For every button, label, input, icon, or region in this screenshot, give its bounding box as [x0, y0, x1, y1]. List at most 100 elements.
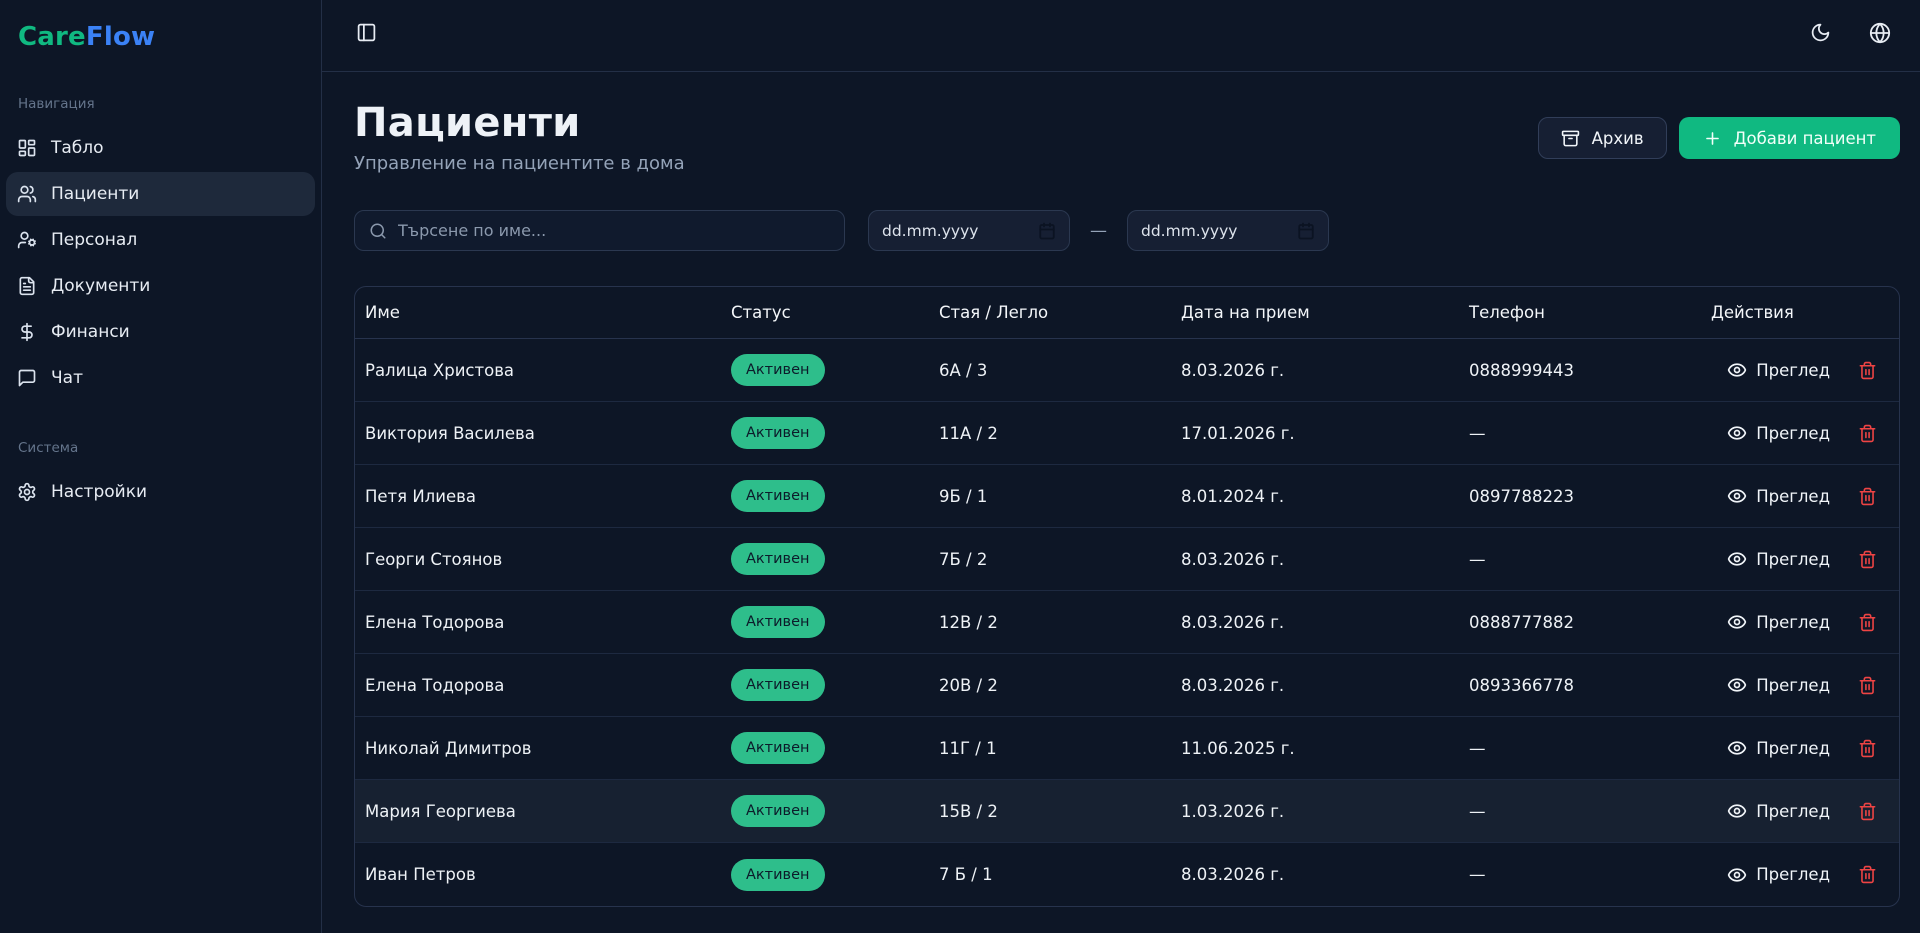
phone: 0897788223	[1469, 487, 1711, 506]
delete-button[interactable]	[1858, 865, 1877, 884]
eye-icon	[1727, 549, 1747, 569]
sidebar-item-staff[interactable]: Персонал	[6, 218, 315, 262]
table-header: Име Статус Стая / Легло Дата на прием Те…	[355, 287, 1899, 339]
sidebar-item-settings[interactable]: Настройки	[6, 470, 315, 514]
trash-icon	[1858, 802, 1877, 821]
sidebar-item-documents[interactable]: Документи	[6, 264, 315, 308]
delete-button[interactable]	[1858, 676, 1877, 695]
table-body: Ралица Христова Активен 6А / 3 8.03.2026…	[355, 339, 1899, 906]
eye-icon	[1727, 486, 1747, 506]
dollar-icon	[17, 322, 37, 342]
sidebar-item-dashboard[interactable]: Табло	[6, 126, 315, 170]
admission-date: 8.01.2024 г.	[1181, 487, 1469, 506]
phone: —	[1469, 865, 1711, 884]
sidebar-item-label: Персонал	[51, 230, 137, 250]
phone: —	[1469, 424, 1711, 443]
sidebar-item-finance[interactable]: Финанси	[6, 310, 315, 354]
admission-date: 8.03.2026 г.	[1181, 361, 1469, 380]
delete-button[interactable]	[1858, 487, 1877, 506]
sidebar-toggle-button[interactable]	[348, 15, 384, 51]
patient-name: Иван Петров	[355, 865, 731, 884]
view-button[interactable]: Преглед	[1727, 801, 1830, 821]
archive-button[interactable]: Архив	[1538, 117, 1667, 159]
calendar-icon[interactable]	[1297, 222, 1315, 240]
sidebar-item-label: Чат	[51, 368, 83, 388]
sidebar-item-chat[interactable]: Чат	[6, 356, 315, 400]
trash-icon	[1858, 613, 1877, 632]
delete-button[interactable]	[1858, 361, 1877, 380]
eye-icon	[1727, 738, 1747, 758]
admission-date: 8.03.2026 г.	[1181, 613, 1469, 632]
trash-icon	[1858, 424, 1877, 443]
app-logo: CareFlow	[6, 22, 315, 52]
status-badge: Активен	[731, 732, 825, 764]
column-header-date: Дата на прием	[1181, 303, 1469, 322]
globe-icon	[1869, 22, 1891, 44]
admission-date: 8.03.2026 г.	[1181, 676, 1469, 695]
moon-icon	[1810, 22, 1831, 43]
gear-icon	[17, 482, 37, 502]
sidebar-item-label: Финанси	[51, 322, 130, 342]
trash-icon	[1858, 865, 1877, 884]
document-icon	[17, 276, 37, 296]
view-button[interactable]: Преглед	[1727, 360, 1830, 380]
delete-button[interactable]	[1858, 613, 1877, 632]
view-button[interactable]: Преглед	[1727, 612, 1830, 632]
status-badge: Активен	[731, 543, 825, 575]
room-bed: 6А / 3	[939, 361, 1181, 380]
delete-button[interactable]	[1858, 550, 1877, 569]
eye-icon	[1727, 423, 1747, 443]
add-patient-button-label: Добави пациент	[1734, 129, 1876, 148]
page-subtitle: Управление на пациентите в дома	[354, 153, 685, 174]
trash-icon	[1858, 676, 1877, 695]
system-section-label: Система	[6, 440, 315, 456]
view-button[interactable]: Преглед	[1727, 865, 1830, 885]
table-row: Елена Тодорова Активен 12В / 2 8.03.2026…	[355, 591, 1899, 654]
patient-name: Петя Илиева	[355, 487, 731, 506]
archive-icon	[1561, 129, 1580, 148]
add-patient-button[interactable]: Добави пациент	[1679, 117, 1900, 159]
nav-section-label: Навигация	[6, 96, 315, 112]
room-bed: 7Б / 2	[939, 550, 1181, 569]
patient-name: Георги Стоянов	[355, 550, 731, 569]
panel-left-icon	[356, 22, 377, 43]
theme-toggle-button[interactable]	[1802, 15, 1838, 51]
date-from-input[interactable]: dd.mm.yyyy	[868, 210, 1070, 251]
view-button[interactable]: Преглед	[1727, 549, 1830, 569]
trash-icon	[1858, 550, 1877, 569]
view-button-label: Преглед	[1756, 424, 1830, 443]
view-button[interactable]: Преглед	[1727, 738, 1830, 758]
phone: 0893366778	[1469, 676, 1711, 695]
room-bed: 11А / 2	[939, 424, 1181, 443]
room-bed: 11Г / 1	[939, 739, 1181, 758]
language-button[interactable]	[1862, 15, 1898, 51]
view-button-label: Преглед	[1756, 802, 1830, 821]
admission-date: 8.03.2026 г.	[1181, 550, 1469, 569]
view-button[interactable]: Преглед	[1727, 675, 1830, 695]
view-button[interactable]: Преглед	[1727, 486, 1830, 506]
admission-date: 11.06.2025 г.	[1181, 739, 1469, 758]
view-button-label: Преглед	[1756, 676, 1830, 695]
admission-date: 1.03.2026 г.	[1181, 802, 1469, 821]
delete-button[interactable]	[1858, 739, 1877, 758]
calendar-icon[interactable]	[1038, 222, 1056, 240]
room-bed: 20В / 2	[939, 676, 1181, 695]
date-from-value: dd.mm.yyyy	[882, 222, 978, 240]
sidebar-item-label: Настройки	[51, 482, 147, 502]
date-to-input[interactable]: dd.mm.yyyy	[1127, 210, 1329, 251]
table-row: Георги Стоянов Активен 7Б / 2 8.03.2026 …	[355, 528, 1899, 591]
room-bed: 12В / 2	[939, 613, 1181, 632]
view-button-label: Преглед	[1756, 361, 1830, 380]
status-badge: Активен	[731, 669, 825, 701]
room-bed: 7 Б / 1	[939, 865, 1181, 884]
column-header-actions: Действия	[1711, 303, 1899, 322]
phone: 0888999443	[1469, 361, 1711, 380]
view-button[interactable]: Преглед	[1727, 423, 1830, 443]
search-input[interactable]	[398, 221, 830, 240]
delete-button[interactable]	[1858, 424, 1877, 443]
admission-date: 8.03.2026 г.	[1181, 865, 1469, 884]
sidebar-item-patients[interactable]: Пациенти	[6, 172, 315, 216]
status-badge: Активен	[731, 480, 825, 512]
view-button-label: Преглед	[1756, 487, 1830, 506]
delete-button[interactable]	[1858, 802, 1877, 821]
